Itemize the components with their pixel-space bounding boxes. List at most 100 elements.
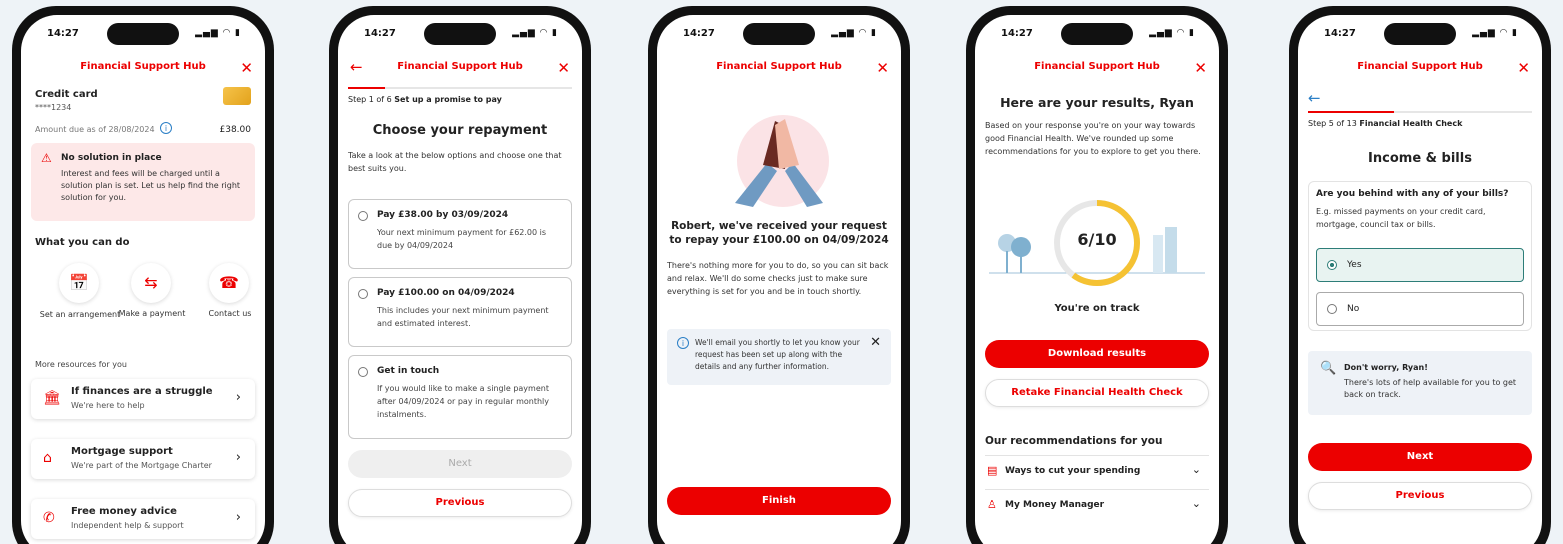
progress-fill: [1308, 111, 1395, 113]
close-icon[interactable]: ✕: [876, 59, 889, 77]
screen-income-bills: 14:27 ▂▄▆ ◠ ▮ Financial Support Hub ✕ ← …: [1298, 15, 1542, 544]
reassurance-tip: 🔍 Don't worry, Ryan! There's lots of hel…: [1308, 351, 1532, 415]
app-header: Financial Support Hub ✕: [21, 59, 265, 81]
page-title: Income & bills: [1368, 151, 1472, 166]
resource-title: Mortgage support: [71, 446, 173, 457]
app-header: Financial Support Hub ✕: [975, 59, 1219, 81]
previous-button[interactable]: Previous: [1308, 482, 1532, 510]
radio-button[interactable]: [358, 289, 368, 299]
resource-subtitle: We're here to help: [71, 401, 145, 410]
tip-text: There's lots of help available for you t…: [1344, 378, 1517, 399]
resource-title: Free money advice: [71, 506, 177, 517]
phone-frame-1: 14:27 ▂▄▆ ◠ ▮ Financial Support Hub ✕ Cr…: [12, 6, 274, 544]
option-yes[interactable]: Yes: [1316, 248, 1524, 282]
status-time: 14:27: [364, 28, 396, 39]
radio-button[interactable]: [358, 367, 368, 377]
download-results-button[interactable]: Download results: [985, 340, 1209, 368]
resource-subtitle: We're part of the Mortgage Charter: [71, 461, 212, 470]
finish-button[interactable]: Finish: [667, 487, 891, 515]
option-label: Yes: [1347, 260, 1362, 270]
option-pay-38[interactable]: Pay £38.00 by 03/09/2024 Your next minim…: [348, 199, 572, 269]
close-icon[interactable]: ✕: [240, 59, 253, 77]
page-title: Choose your repayment: [372, 123, 548, 138]
status-icons: ▂▄▆ ◠ ▮: [831, 28, 877, 38]
action-make-payment[interactable]: Make a payment: [107, 309, 197, 318]
question-text: Are you behind with any of your bills?: [1316, 189, 1509, 199]
info-text: We'll email you shortly to let you know …: [695, 338, 860, 371]
card-title: Credit card: [35, 89, 98, 100]
status-time: 14:27: [683, 28, 715, 39]
phone-frame-2: 14:27 ▂▄▆ ◠ ▮ ← Financial Support Hub ✕ …: [329, 6, 591, 544]
status-time: 14:27: [1324, 28, 1356, 39]
info-icon[interactable]: i: [160, 122, 172, 134]
close-icon[interactable]: ✕: [557, 59, 570, 77]
step-indicator: Step 5 of 13 Financial Health Check: [1308, 119, 1462, 128]
next-button[interactable]: Next: [348, 450, 572, 478]
previous-button[interactable]: Previous: [348, 489, 572, 517]
score-value: 6/10: [1077, 230, 1117, 249]
recommendation-money-manager[interactable]: ♙ My Money Manager ⌄: [985, 489, 1209, 521]
app-header: Financial Support Hub ✕: [1298, 59, 1542, 81]
option-no[interactable]: No: [1316, 292, 1524, 326]
step-indicator: Step 1 of 6 Set up a promise to pay: [348, 95, 502, 104]
option-get-in-touch[interactable]: Get in touch If you would like to make a…: [348, 355, 572, 439]
question-hint: E.g. missed payments on your credit card…: [1316, 207, 1486, 229]
screen-confirmation: 14:27 ▂▄▆ ◠ ▮ Financial Support Hub ✕ Ro…: [657, 15, 901, 544]
progress-track: [348, 87, 572, 89]
payment-icon[interactable]: ⇆: [131, 263, 171, 303]
close-icon[interactable]: ✕: [1194, 59, 1207, 77]
app-title: Financial Support Hub: [80, 61, 206, 72]
status-icons: ▂▄▆ ◠ ▮: [1149, 28, 1195, 38]
confirmation-heading: Robert, we've received your request to r…: [669, 220, 889, 246]
radio-button-selected[interactable]: [1327, 260, 1337, 270]
resource-card-mortgage[interactable]: ⌂ Mortgage support We're part of the Mor…: [31, 439, 255, 479]
search-help-icon: 🔍: [1320, 361, 1337, 376]
advice-icon: ✆: [43, 510, 55, 526]
action-contact-us[interactable]: Contact us: [185, 309, 265, 318]
option-title: Pay £38.00 by 03/09/2024: [377, 210, 509, 220]
screen-repayment: 14:27 ▂▄▆ ◠ ▮ ← Financial Support Hub ✕ …: [338, 15, 582, 544]
alert-title: No solution in place: [61, 153, 162, 163]
status-bar: 14:27 ▂▄▆ ◠ ▮: [1316, 26, 1524, 42]
status-icons: ▂▄▆ ◠ ▮: [1472, 28, 1518, 38]
step-prefix: Step 5 of 13: [1308, 119, 1357, 128]
phone-frame-3: 14:27 ▂▄▆ ◠ ▮ Financial Support Hub ✕ Ro…: [648, 6, 910, 544]
tip-title: Don't worry, Ryan!: [1344, 363, 1428, 372]
next-button[interactable]: Next: [1308, 443, 1532, 471]
info-icon: i: [677, 337, 689, 349]
calendar-icon[interactable]: 📅: [59, 263, 99, 303]
results-title: Here are your results, Ryan: [1000, 95, 1194, 110]
amount-value: £38.00: [219, 125, 252, 135]
recommendation-spending[interactable]: ▤ Ways to cut your spending ⌄: [985, 455, 1209, 487]
intro-text: Take a look at the below options and cho…: [348, 151, 562, 173]
warning-icon: ⚠: [41, 151, 52, 165]
status-bar: 14:27 ▂▄▆ ◠ ▮: [675, 26, 883, 42]
phone-frame-5: 14:27 ▂▄▆ ◠ ▮ Financial Support Hub ✕ ← …: [1289, 6, 1551, 544]
option-pay-100[interactable]: Pay £100.00 on 04/09/2024 This includes …: [348, 277, 572, 347]
app-header: Financial Support Hub ✕: [657, 59, 901, 81]
app-title: Financial Support Hub: [1357, 61, 1483, 72]
close-icon[interactable]: ✕: [870, 335, 881, 350]
back-arrow-icon[interactable]: ←: [1308, 89, 1321, 107]
resource-card-advice[interactable]: ✆ Free money advice Independent help & s…: [31, 499, 255, 539]
screen-results: 14:27 ▂▄▆ ◠ ▮ Financial Support Hub ✕ He…: [975, 15, 1219, 544]
step-prefix: Step 1 of 6: [348, 95, 392, 104]
radio-button[interactable]: [1327, 304, 1337, 314]
retake-check-button[interactable]: Retake Financial Health Check: [985, 379, 1209, 407]
headset-icon[interactable]: ☎: [209, 263, 249, 303]
radio-button[interactable]: [358, 211, 368, 221]
resource-card-finances[interactable]: 🏛 If finances are a struggle We're here …: [31, 379, 255, 419]
resource-subtitle: Independent help & support: [71, 521, 184, 530]
card-number: ****1234: [35, 103, 72, 112]
status-bar: 14:27 ▂▄▆ ◠ ▮: [356, 26, 564, 42]
back-arrow-icon[interactable]: ←: [350, 58, 363, 76]
recommendation-label: Ways to cut your spending: [1005, 466, 1141, 476]
option-text: This includes your next minimum payment …: [377, 306, 549, 328]
recommendation-label: My Money Manager: [1005, 500, 1105, 510]
card-thumbnail-icon: [223, 87, 251, 105]
phone-frame-4: 14:27 ▂▄▆ ◠ ▮ Financial Support Hub ✕ He…: [966, 6, 1228, 544]
results-body: Based on your response you're on your wa…: [985, 121, 1201, 156]
section-title: What you can do: [35, 237, 130, 248]
close-icon[interactable]: ✕: [1517, 59, 1530, 77]
high-five-illustration: [735, 115, 829, 207]
